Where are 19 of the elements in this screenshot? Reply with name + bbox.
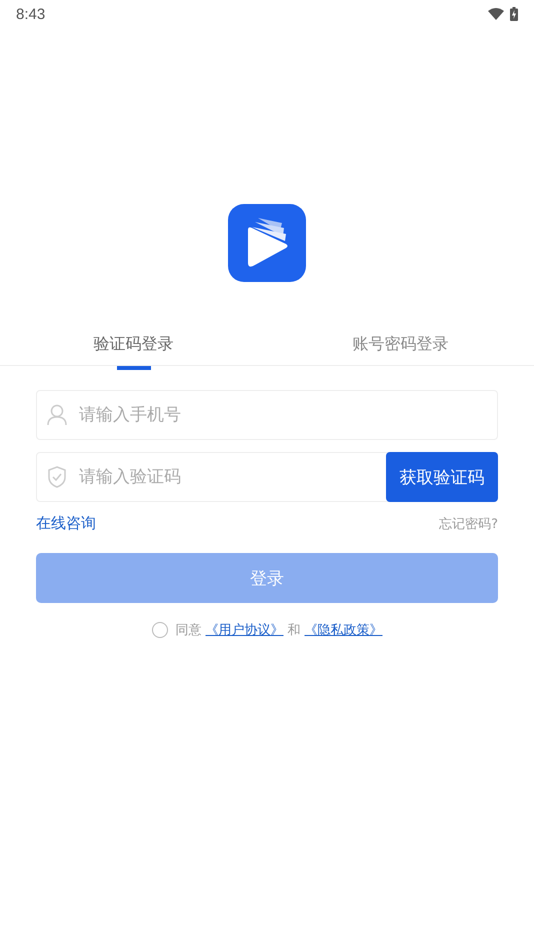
login-tab[interactable]: 账号密码登录 [267,330,534,366]
user-icon [47,404,67,426]
code-field[interactable]: 请输入验证码 获取验证码 [36,452,498,502]
wifi-icon [488,8,504,20]
code-input[interactable]: 请输入验证码 [77,466,376,488]
status-time: 8:43 [16,6,46,22]
user-agreement-link[interactable]: 《用户协议》 [206,621,284,639]
agree-text: 同意 [176,622,202,639]
phone-field[interactable]: 请输入手机号 [36,390,498,440]
app-logo-icon [228,204,306,282]
phone-input[interactable]: 请输入手机号 [77,404,497,426]
get-code-button[interactable]: 获取验证码 [386,452,498,502]
and-text: 和 [288,622,300,639]
privacy-policy-link[interactable]: 《隐私政策》 [304,621,382,639]
online-consult-link[interactable]: 在线咨询 [36,514,96,533]
battery-icon [510,7,518,21]
forgot-password-link[interactable]: 忘记密码? [439,514,498,532]
shield-icon [47,466,67,488]
agree-radio[interactable] [152,622,168,638]
